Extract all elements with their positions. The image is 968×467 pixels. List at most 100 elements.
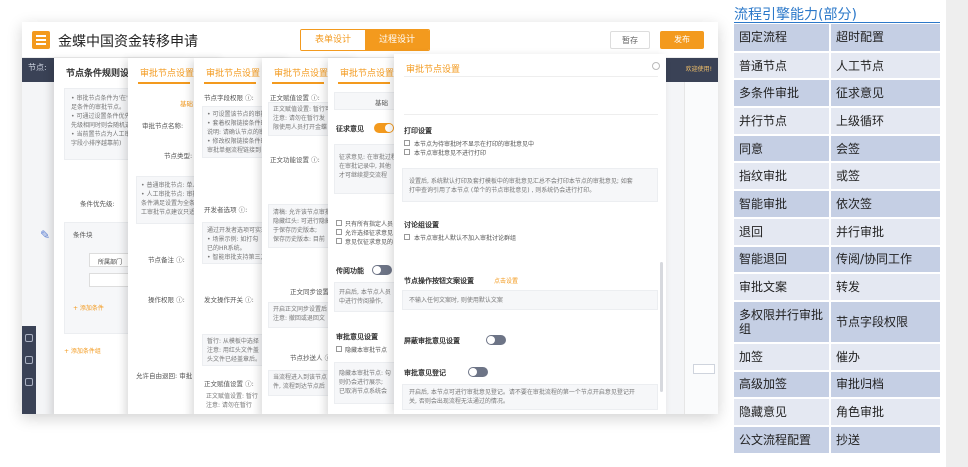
button-text-setting-label: 节点操作按钮文案设置 <box>404 277 474 285</box>
capability-cell: 审批归档 <box>830 370 940 400</box>
user-icon[interactable] <box>25 378 33 386</box>
capability-title-rule <box>734 22 940 23</box>
info-line: 不输入任何文案时, 则使用默认文案 <box>409 297 503 304</box>
hide-opinion-toggle[interactable] <box>486 335 506 345</box>
info-line: 打申查询引用了本节点 (单个的节点审批意见) , 则系统仍会进行打印。 <box>409 187 596 194</box>
capability-row: 指纹审批 或签 <box>734 162 940 192</box>
info-line: 开启后, 本节点可进行审批意见登记。请不要在审批流程的第一个节点开启意见登记开 <box>409 389 635 396</box>
info-line: 当流程进入到该节点 <box>273 374 328 381</box>
capability-cell: 审批文案 <box>734 273 831 302</box>
panel-title: 审批节点设置 <box>206 69 261 79</box>
flow-canvas[interactable] <box>684 82 718 414</box>
opinion-setting-label: 审批意见设置 <box>336 333 378 341</box>
print-setting-label: 打印设置 <box>404 127 432 135</box>
opinion-register-info: 开启后, 本节点可进行审批意见登记。请不要在审批流程的第一个节点开启意见登记开 … <box>402 384 658 410</box>
info-line: 通过开发者选项可实现 <box>207 227 268 234</box>
publish-button[interactable]: 发布 <box>660 31 704 49</box>
info-line: 正文赋值设置: 暂行 <box>206 393 258 400</box>
print-checkbox-2[interactable] <box>404 149 410 155</box>
node-label: 节点: <box>28 63 47 72</box>
capability-cell: 人工节点 <box>830 51 940 81</box>
info-line: 注意: 用红头文件盖 <box>207 347 259 354</box>
add-condition-link[interactable]: + 添加条件 <box>73 303 104 312</box>
panel-title: 审批节点设置 <box>140 69 195 79</box>
opinion-checkbox-2[interactable] <box>336 229 342 235</box>
capability-row: 并行节点 上级循环 <box>734 107 940 136</box>
doc-copy-label: 正文赋值设置 ⓘ: <box>204 380 254 388</box>
capability-cell: 或签 <box>830 162 940 192</box>
info-line: 限使用人员打开金蝶 <box>273 124 328 131</box>
capability-row: 普通节点 人工节点 <box>734 51 940 81</box>
info-line: 才可继续提交流程 <box>339 172 388 179</box>
developer-option-label: 开发者选项 ⓘ: <box>204 206 248 214</box>
help-icon[interactable] <box>25 334 33 342</box>
opinion-register-label: 审批意见登记 <box>404 369 446 377</box>
panel-title: 审批节点设置 <box>274 69 329 79</box>
info-line: 字段小排序越靠前) <box>71 140 122 147</box>
pencil-icon[interactable]: ✎ <box>40 228 50 242</box>
solicit-opinion-toggle[interactable] <box>374 123 394 133</box>
dept-select-label: 所属部门 <box>98 259 123 266</box>
approval-node-panel-advanced: 审批节点设置 打印设置 本节点为待审批时不显示在打印的审批意见中 本节点审批意见… <box>394 54 666 414</box>
info-line: • 智能审批支持第三方 <box>207 254 267 261</box>
panel-scrollbar[interactable] <box>660 262 663 392</box>
capability-cell: 并行审批 <box>830 217 940 247</box>
flow-node[interactable] <box>693 364 715 374</box>
info-line: 审批单据流程链接到 <box>207 147 262 154</box>
workflow-designer-window: 金蝶中国资金转移申请 表单设计 过程设计 暂存 发布 节点: 欢迎使用! ✎ 节… <box>22 22 718 414</box>
opinion-checkbox-1[interactable] <box>336 220 342 226</box>
basic-section-label: 基础 <box>375 99 388 107</box>
info-line: 正文赋值设置: 暂行可 <box>273 106 331 113</box>
capability-cell: 节点字段权限 <box>830 300 940 344</box>
capability-cell: 传阅/协同工作 <box>830 245 940 275</box>
print-checkbox-1[interactable] <box>404 140 410 146</box>
capability-cell: 并行节点 <box>734 107 831 136</box>
capability-cell: 隐藏意见 <box>734 398 831 427</box>
opinion-checkbox-1-label: 只有所有指定人员 <box>345 221 394 228</box>
tab-flow-design[interactable]: 过程设计 <box>365 30 429 50</box>
tab-form-design[interactable]: 表单设计 <box>301 30 365 50</box>
app-logo-icon <box>32 31 50 49</box>
doc-copy-label: 正文赋值设置 ⓘ: <box>270 94 320 102</box>
side-toolbar <box>22 326 36 414</box>
capability-cell: 同意 <box>734 134 831 164</box>
hide-node-checkbox[interactable] <box>336 346 342 352</box>
capability-row: 多条件审批 征求意见 <box>734 79 940 109</box>
capability-table: 固定流程 超时配置 普通节点 人工节点 多条件审批 征求意见 并行节点 上级循环 同意 会签 指纹审… <box>734 24 940 455</box>
title-underline <box>204 82 256 84</box>
scroll-gutter <box>946 0 968 467</box>
opinion-checkbox-3[interactable] <box>336 238 342 244</box>
capability-cell: 超时配置 <box>830 24 940 53</box>
opinion-register-toggle[interactable] <box>468 367 488 377</box>
info-line: 开启后, 本节点人员 <box>339 289 391 296</box>
basic-section-label: 基础 <box>180 100 193 108</box>
button-text-setting-link[interactable]: 点击设置 <box>494 276 518 285</box>
info-line: 隐藏本审批节点: 勾 <box>339 370 391 377</box>
info-line: • 场景示例: 如打勾 <box>207 236 259 243</box>
remark-label: 节点备注 ⓘ: <box>148 256 185 264</box>
capability-row: 加签 催办 <box>734 342 940 372</box>
screenshot-root: 金蝶中国资金转移申请 表单设计 过程设计 暂存 发布 节点: 欢迎使用! ✎ 节… <box>0 0 968 467</box>
info-line: 关, 否则会出现流程无法通过的情况。 <box>409 398 509 405</box>
group-label: 条件块 <box>73 231 93 239</box>
print-checkbox-2-label: 本节点审批意见不进行打印 <box>414 150 487 157</box>
capability-title: 流程引擎能力(部分) <box>734 7 857 23</box>
info-line: 注意: 撤回或退回文 <box>273 315 325 322</box>
doc-function-label: 正文功能设置 ⓘ: <box>270 156 320 164</box>
self-return-label: 允许自由退回: 审批 <box>136 372 193 380</box>
info-line: 则仍会进行展示; <box>339 379 384 386</box>
info-line: 保存历史版本: 目前 <box>273 236 325 243</box>
hide-opinion-setting-label: 屏蔽审批意见设置 <box>404 337 460 345</box>
op-permission-label: 操作权限 ⓘ: <box>148 296 185 304</box>
settings-gear-icon[interactable] <box>652 62 660 70</box>
opinion-checkbox-3-label: 意见仅征求意见的 <box>345 239 394 246</box>
capability-row: 公文流程配置 抄送 <box>734 425 940 455</box>
info-line: 开启正文同步设置后 <box>273 306 328 313</box>
discussion-checkbox[interactable] <box>404 234 410 240</box>
circulate-toggle[interactable] <box>372 265 392 275</box>
capability-cell: 多权限并行审批组 <box>734 300 831 344</box>
capability-cell: 固定流程 <box>734 24 831 53</box>
layout-icon[interactable] <box>25 356 33 364</box>
save-draft-button[interactable]: 暂存 <box>610 31 650 49</box>
add-condition-group-link[interactable]: + 添加条件组 <box>64 346 101 355</box>
